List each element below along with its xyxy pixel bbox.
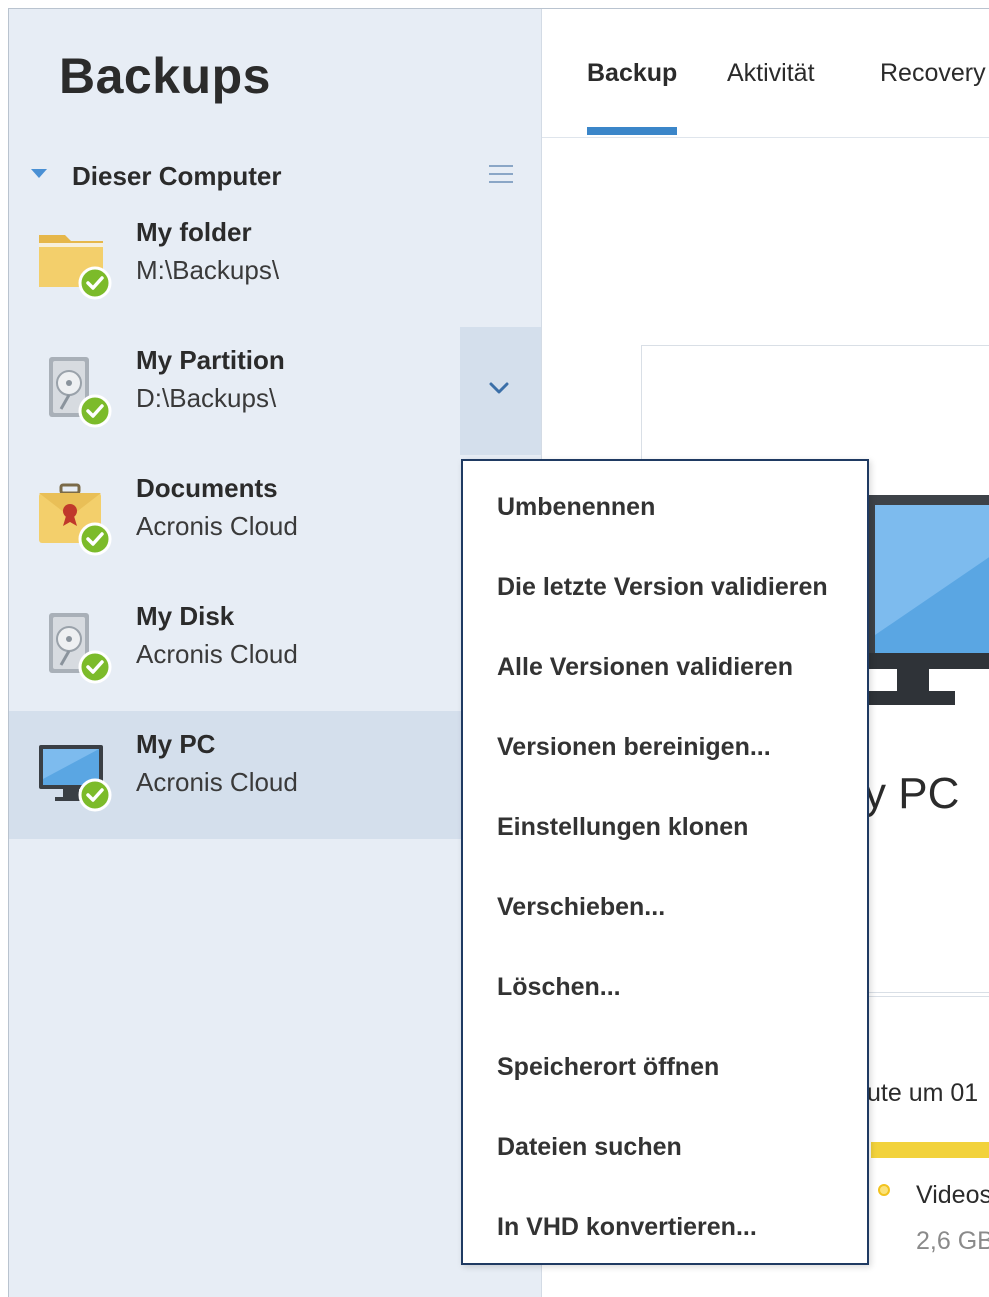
storage-usage-bar bbox=[871, 1142, 989, 1158]
active-tab-indicator bbox=[587, 127, 677, 135]
item-name: My Partition bbox=[136, 345, 285, 375]
menu-item-in-vhd-konvertieren[interactable]: In VHD konvertieren... bbox=[497, 1213, 757, 1242]
backup-context-menu: Umbenennen Die letzte Version validieren… bbox=[461, 459, 869, 1265]
item-name: My folder bbox=[136, 217, 252, 247]
menu-item-letzte-version-validieren[interactable]: Die letzte Version validieren bbox=[497, 573, 828, 602]
large-monitor-icon bbox=[867, 495, 989, 705]
group-label: Dieser Computer bbox=[72, 161, 282, 191]
legend-value: 2,6 GB bbox=[916, 1227, 989, 1255]
menu-item-umbenennen[interactable]: Umbenennen bbox=[497, 493, 655, 522]
collapse-arrow-icon[interactable] bbox=[31, 169, 47, 178]
tab-bar: Backup Aktivität Recovery bbox=[542, 9, 989, 138]
menu-item-speicherort-oeffnen[interactable]: Speicherort öffnen bbox=[497, 1053, 719, 1082]
hard-drive-icon bbox=[37, 605, 119, 685]
schedule-info: ute um 01 bbox=[867, 1079, 979, 1107]
legend-label: Videos bbox=[916, 1181, 989, 1209]
hamburger-menu-icon[interactable] bbox=[489, 165, 513, 185]
menu-item-alle-versionen-validieren[interactable]: Alle Versionen validieren bbox=[497, 653, 793, 682]
tab-aktivitaet[interactable]: Aktivität bbox=[727, 59, 815, 88]
item-options-dropdown[interactable] bbox=[460, 327, 541, 455]
app-window: Backups Dieser Computer My folder M:\Bac… bbox=[8, 8, 989, 1297]
menu-item-einstellungen-klonen[interactable]: Einstellungen klonen bbox=[497, 813, 748, 842]
monitor-icon bbox=[37, 733, 119, 813]
item-location: Acronis Cloud bbox=[136, 767, 298, 797]
sidebar-item-my-partition[interactable]: My Partition D:\Backups\ bbox=[9, 327, 541, 455]
item-location: Acronis Cloud bbox=[136, 639, 298, 669]
sidebar-item-my-folder[interactable]: My folder M:\Backups\ bbox=[9, 199, 541, 327]
sidebar-title: Backups bbox=[59, 48, 271, 104]
chevron-down-icon bbox=[489, 382, 509, 394]
backup-title: y PC bbox=[864, 769, 960, 818]
videos-legend-dot bbox=[878, 1184, 890, 1196]
menu-item-dateien-suchen[interactable]: Dateien suchen bbox=[497, 1133, 682, 1162]
tab-recovery[interactable]: Recovery bbox=[880, 59, 986, 88]
hard-drive-icon bbox=[37, 349, 119, 429]
group-header-dieser-computer[interactable]: Dieser Computer bbox=[9, 153, 541, 197]
menu-item-versionen-bereinigen[interactable]: Versionen bereinigen... bbox=[497, 733, 771, 762]
item-name: My Disk bbox=[136, 601, 235, 631]
item-name: My PC bbox=[136, 729, 216, 759]
menu-item-loeschen[interactable]: Löschen... bbox=[497, 973, 621, 1002]
briefcase-icon bbox=[37, 477, 119, 557]
menu-item-verschieben[interactable]: Verschieben... bbox=[497, 893, 665, 922]
folder-icon bbox=[37, 221, 119, 301]
item-location: Acronis Cloud bbox=[136, 511, 298, 541]
item-location: D:\Backups\ bbox=[136, 383, 277, 413]
item-name: Documents bbox=[136, 473, 278, 503]
tab-backup[interactable]: Backup bbox=[587, 59, 677, 88]
item-location: M:\Backups\ bbox=[136, 255, 280, 285]
